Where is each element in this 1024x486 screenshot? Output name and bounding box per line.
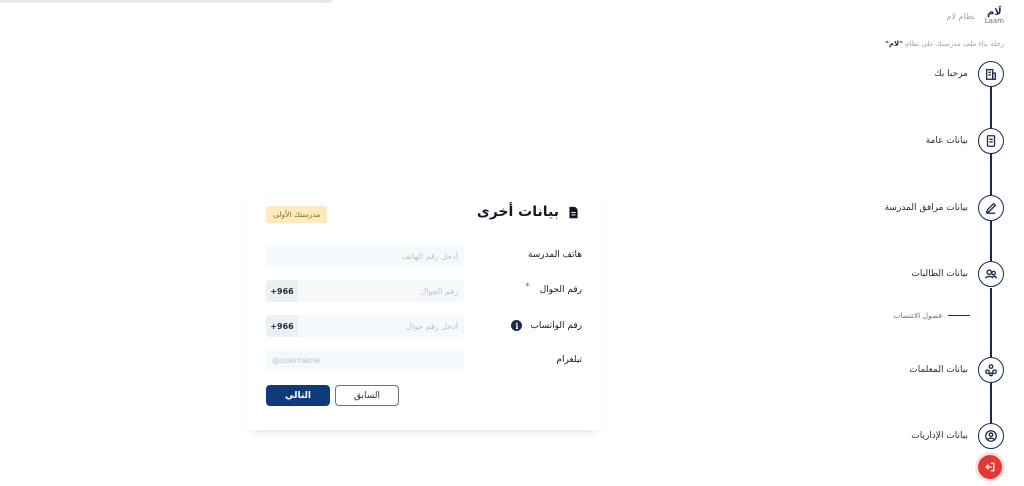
whatsapp-label-text: رقم الواتساب xyxy=(530,320,582,331)
users-icon xyxy=(978,261,1004,287)
step-label: مرحبا بك xyxy=(934,69,968,79)
step-welcome[interactable]: مرحبا بك xyxy=(934,61,1004,87)
mobile-input[interactable] xyxy=(298,280,464,302)
step-label: بيانات الإداريات xyxy=(911,431,968,441)
mobile-label-text: رقم الجوال xyxy=(539,285,582,295)
person-icon xyxy=(978,423,1004,449)
step-facilities[interactable]: بيانات مرافق المدرسة xyxy=(885,195,1004,221)
document-icon xyxy=(569,206,578,218)
step-label: بيانات عامة xyxy=(925,136,968,146)
building-icon xyxy=(978,61,1004,87)
whatsapp-label: رقم الواتساب i xyxy=(511,320,582,331)
whatsapp-country-code: +966 xyxy=(266,315,298,337)
logo-en: Laam xyxy=(984,17,1004,25)
mobile-country-code: +966 xyxy=(266,280,298,302)
stepper-line xyxy=(990,154,992,195)
next-button[interactable]: التالي xyxy=(266,385,330,406)
tagline-text: رحلة بناء ملف مدرستك على نظام xyxy=(905,40,1004,48)
brand: لَام Laam نظام لام xyxy=(946,8,1004,25)
school-badge: مدرستك الأولى xyxy=(266,206,328,223)
sub-step-enrollment[interactable]: فصول الانتساب xyxy=(893,311,970,320)
stepper-line xyxy=(990,288,992,357)
step-admins[interactable]: بيانات الإداريات xyxy=(911,423,1004,449)
step-general[interactable]: بيانات عامة xyxy=(926,128,1004,154)
whatsapp-input[interactable] xyxy=(298,315,464,337)
form-header: بيانات أخرى xyxy=(477,204,580,220)
info-icon[interactable]: i xyxy=(511,320,523,331)
brand-name: نظام لام xyxy=(946,12,975,21)
top-divider xyxy=(0,0,332,3)
sub-step-dash xyxy=(948,314,970,317)
logout-button[interactable] xyxy=(978,455,1002,479)
school-phone-input[interactable] xyxy=(266,245,464,267)
required-mark: * xyxy=(525,282,530,292)
logout-icon xyxy=(985,462,995,472)
step-label: بيانات المعلمات xyxy=(909,365,968,375)
school-phone-label: هاتف المدرسة xyxy=(528,250,582,260)
page-title: بيانات أخرى xyxy=(476,204,559,220)
step-label: بيانات مرافق المدرسة xyxy=(884,203,968,213)
telegram-label-text: تيلغرام xyxy=(556,355,582,365)
stepper-line xyxy=(990,221,992,261)
school-phone-label-text: هاتف المدرسة xyxy=(527,250,582,260)
stepper-line xyxy=(990,87,992,128)
mobile-label: رقم الجوال * xyxy=(525,282,582,295)
stepper-line xyxy=(990,383,992,423)
pencil-icon xyxy=(978,195,1004,221)
group-icon xyxy=(978,357,1004,383)
logo: لَام Laam xyxy=(985,8,1004,25)
sub-step-label: فصول الانتساب xyxy=(893,311,942,320)
tagline: رحلة بناء ملف مدرستك على نظام "لام" xyxy=(885,40,1004,48)
step-label: بيانات الطالبات xyxy=(911,269,968,279)
document-icon xyxy=(978,128,1004,154)
step-teachers[interactable]: بيانات المعلمات xyxy=(909,357,1004,383)
step-students[interactable]: بيانات الطالبات xyxy=(911,261,1004,287)
telegram-input[interactable] xyxy=(266,349,464,371)
previous-button[interactable]: السابق xyxy=(335,385,399,406)
telegram-label: تيلغرام xyxy=(556,355,582,365)
tagline-brand: "لام" xyxy=(885,40,903,48)
